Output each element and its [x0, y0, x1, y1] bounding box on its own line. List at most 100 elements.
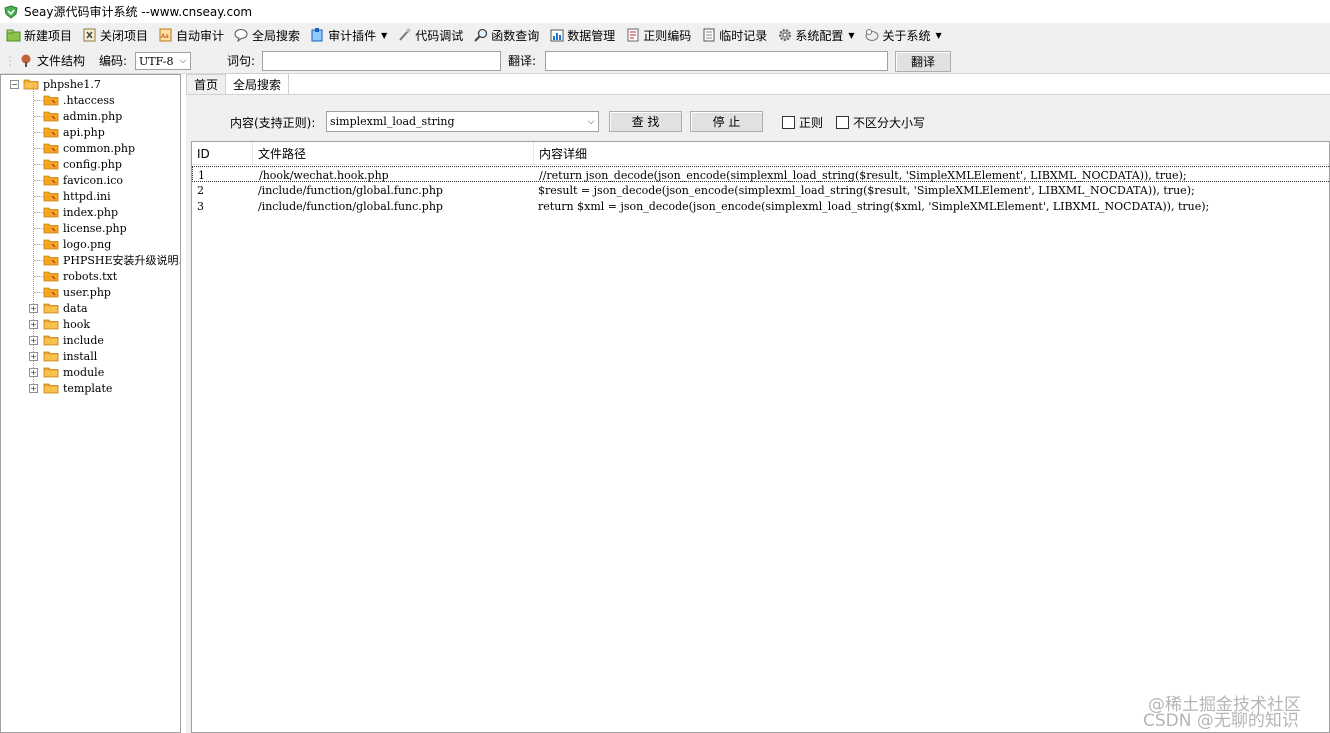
tree-folder-label: install: [63, 349, 98, 363]
result-row[interactable]: 2 /include/function/global.func.php $res…: [192, 182, 1329, 198]
folder-icon: [43, 366, 59, 378]
tree-file[interactable]: logo.png: [43, 236, 111, 252]
menu-new-project[interactable]: 新建项目: [6, 25, 72, 45]
tree-root[interactable]: phpshe1.7: [23, 76, 101, 92]
tree-file-label: logo.png: [63, 237, 112, 251]
chevron-down-icon: ⌵: [587, 116, 595, 127]
results-grid: ID 文件路径 内容详细 1 /hook/wechat.hook.php //r…: [191, 141, 1330, 733]
file-icon: [43, 238, 59, 250]
column-header-detail[interactable]: 内容详细: [534, 142, 1329, 165]
folder-icon: [43, 350, 59, 362]
file-icon: [43, 126, 59, 138]
auto-audit-icon: Aa: [158, 28, 173, 43]
result-row[interactable]: 3 /include/function/global.func.php retu…: [192, 198, 1329, 214]
tree-folder-label: template: [63, 381, 113, 395]
chevron-down-icon: ▼: [381, 30, 388, 40]
tab-global-search[interactable]: 全局搜索: [225, 73, 290, 94]
translate-input[interactable]: [545, 51, 888, 71]
tree-folder[interactable]: module: [43, 364, 104, 380]
file-icon: [43, 270, 59, 282]
expand-icon[interactable]: +: [29, 352, 38, 361]
menu-data-management[interactable]: 数据管理: [549, 25, 615, 45]
menu-close-project[interactable]: 关闭项目: [82, 25, 148, 45]
menu-regex-encode[interactable]: 正则编码: [625, 25, 691, 45]
tree-file[interactable]: api.php: [43, 124, 105, 140]
find-button[interactable]: 查 找: [609, 111, 682, 132]
folder-icon: [43, 318, 59, 330]
expand-icon[interactable]: +: [29, 336, 38, 345]
menu-auto-audit[interactable]: Aa 自动审计: [158, 25, 224, 45]
file-icon: [43, 286, 59, 298]
tree-file[interactable]: PHPSHE安装升级说明.: [43, 252, 181, 268]
stop-button[interactable]: 停 止: [690, 111, 763, 132]
menu-code-debug[interactable]: 代码调试: [397, 25, 463, 45]
column-header-id[interactable]: ID: [192, 142, 253, 165]
menu-audit-plugin[interactable]: 审计插件 ▼: [310, 25, 387, 45]
tree-file[interactable]: common.php: [43, 140, 135, 156]
tree-file[interactable]: httpd.ini: [43, 188, 111, 204]
ignore-case-checkbox[interactable]: [836, 116, 849, 129]
window-title: Seay源代码审计系统 --www.cnseay.com: [24, 5, 253, 19]
menu-bar: 新建项目 关闭项目 Aa 自动审计 全局搜索 审计插件 ▼ 代码调试 函数查询 …: [0, 23, 1330, 47]
file-tree-label: 文件结构: [37, 54, 86, 68]
tree-file[interactable]: license.php: [43, 220, 127, 236]
tree-icon: [21, 54, 31, 67]
file-tree-header: ⋮ 文件结构: [4, 47, 85, 74]
tree-folder[interactable]: install: [43, 348, 97, 364]
chevron-down-icon: ▼: [848, 30, 855, 40]
regex-checkbox[interactable]: [782, 116, 795, 129]
file-icon: [43, 158, 59, 170]
search-toolbar: ⋮ 文件结构 编码: UTF-8 ⌵ 词句: 翻译: 翻译: [0, 47, 1330, 74]
tree-folder[interactable]: template: [43, 380, 112, 396]
menu-system-config[interactable]: 系统配置 ▼: [777, 25, 854, 45]
tree-file[interactable]: user.php: [43, 284, 111, 300]
tree-folder[interactable]: hook: [43, 316, 90, 332]
expand-icon[interactable]: +: [29, 304, 38, 313]
tree-file[interactable]: favicon.ico: [43, 172, 123, 188]
collapse-icon[interactable]: −: [10, 80, 19, 89]
tree-file[interactable]: robots.txt: [43, 268, 117, 284]
encoding-select[interactable]: UTF-8 ⌵: [135, 52, 191, 70]
grid-header: ID 文件路径 内容详细: [192, 142, 1329, 165]
file-icon: [43, 254, 59, 266]
tree-file[interactable]: .htaccess: [43, 92, 115, 108]
folder-icon: [43, 382, 59, 394]
title-bar: Seay源代码审计系统 --www.cnseay.com: [0, 0, 1330, 23]
temp-record-icon: [701, 28, 716, 43]
plugin-icon: [310, 28, 325, 43]
svg-text:Aa: Aa: [161, 33, 169, 40]
menu-about-system[interactable]: 关于系统 ▼: [864, 25, 942, 45]
translate-button[interactable]: 翻译: [895, 51, 951, 72]
file-icon: [43, 110, 59, 122]
tab-home[interactable]: 首页: [186, 74, 227, 94]
tree-folder[interactable]: include: [43, 332, 104, 348]
content-search-combo[interactable]: simplexml_load_string ⌵: [326, 111, 599, 132]
tree-file[interactable]: index.php: [43, 204, 118, 220]
tree-file-label: config.php: [63, 157, 122, 171]
menu-global-search[interactable]: 全局搜索: [234, 25, 300, 45]
tree-file[interactable]: config.php: [43, 156, 122, 172]
app-logo-icon: [4, 4, 18, 19]
result-detail: return $xml = json_decode(json_encode(si…: [538, 199, 1210, 213]
tree-file-label: user.php: [63, 285, 111, 299]
tree-file[interactable]: admin.php: [43, 108, 122, 124]
watermark-csdn: CSDN @无聊的知识: [1143, 711, 1299, 731]
expand-icon[interactable]: +: [29, 320, 38, 329]
about-icon: [864, 28, 879, 43]
global-search-icon: [234, 28, 249, 43]
expand-icon[interactable]: +: [29, 368, 38, 377]
column-header-path[interactable]: 文件路径: [253, 142, 534, 165]
menu-function-query[interactable]: 函数查询: [473, 25, 539, 45]
ignore-case-label: 不区分大小写: [853, 115, 926, 130]
result-detail: $result = json_decode(json_encode(simple…: [538, 183, 1195, 197]
tree-file-label: robots.txt: [63, 269, 118, 283]
menu-temp-record[interactable]: 临时记录: [701, 25, 767, 45]
tree-folder[interactable]: data: [43, 300, 88, 316]
expand-icon[interactable]: +: [29, 384, 38, 393]
result-row[interactable]: 1 /hook/wechat.hook.php //return json_de…: [192, 166, 1329, 182]
word-input[interactable]: [262, 51, 501, 71]
regex-encode-icon: [625, 28, 640, 43]
file-icon: [43, 222, 59, 234]
tree-file-label: api.php: [63, 125, 105, 139]
tree-file-label: PHPSHE安装升级说明.: [63, 254, 181, 267]
